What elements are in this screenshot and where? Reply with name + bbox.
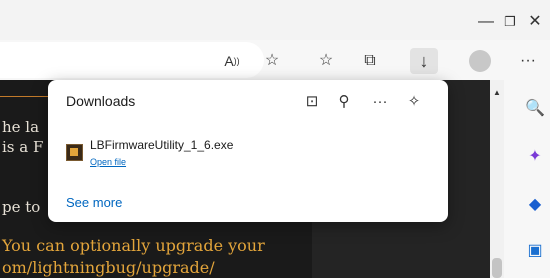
settings-more-icon[interactable]: ···	[514, 48, 542, 74]
close-button[interactable]: ✕	[520, 10, 550, 34]
profile-avatar[interactable]	[469, 50, 491, 72]
pin-icon[interactable]: ✧	[402, 90, 426, 114]
more-options-icon[interactable]: ···	[368, 90, 392, 114]
favorites-icon[interactable]: ☆	[312, 48, 340, 74]
page-scrollbar[interactable]	[490, 80, 504, 278]
see-more-link[interactable]: See more	[66, 195, 122, 210]
exe-file-icon	[66, 144, 83, 161]
page-orange-link[interactable]: om/lightningbug/upgrade/	[2, 258, 215, 277]
shopping-tag-icon[interactable]: ◆	[524, 194, 546, 216]
scroll-up-arrow-icon[interactable]: ▲	[493, 88, 501, 97]
page-text-line: he la	[2, 118, 40, 136]
open-downloads-folder-icon[interactable]: ⊡	[300, 90, 324, 114]
downloads-title: Downloads	[66, 93, 136, 109]
downloads-icon[interactable]: ↓	[410, 48, 438, 74]
read-aloud-waves-icon: ))	[233, 56, 240, 66]
open-file-link[interactable]: Open file	[90, 157, 126, 167]
page-orange-text: You can optionally upgrade your	[2, 236, 265, 255]
downloads-panel: Downloads ⊡ ⚲ ··· ✧ LBFirmwareUtility_1_…	[48, 80, 448, 222]
search-downloads-icon[interactable]: ⚲	[332, 90, 356, 114]
copilot-icon[interactable]: ✦	[524, 146, 546, 168]
download-file-name[interactable]: LBFirmwareUtility_1_6.exe	[90, 138, 233, 152]
tools-icon[interactable]: ▣	[524, 240, 546, 262]
scrollbar-thumb[interactable]	[492, 258, 502, 278]
add-favorite-icon[interactable]: ☆	[258, 48, 286, 74]
page-text-line: pe to	[2, 198, 41, 216]
read-aloud-glyph: A	[224, 53, 234, 69]
read-aloud-icon[interactable]: A))	[218, 48, 246, 74]
page-text-line: is a F	[2, 138, 44, 156]
title-bar: — ❐ ✕	[0, 0, 550, 40]
search-icon[interactable]: 🔍	[524, 98, 546, 120]
collections-icon[interactable]: ⧉	[356, 48, 384, 74]
